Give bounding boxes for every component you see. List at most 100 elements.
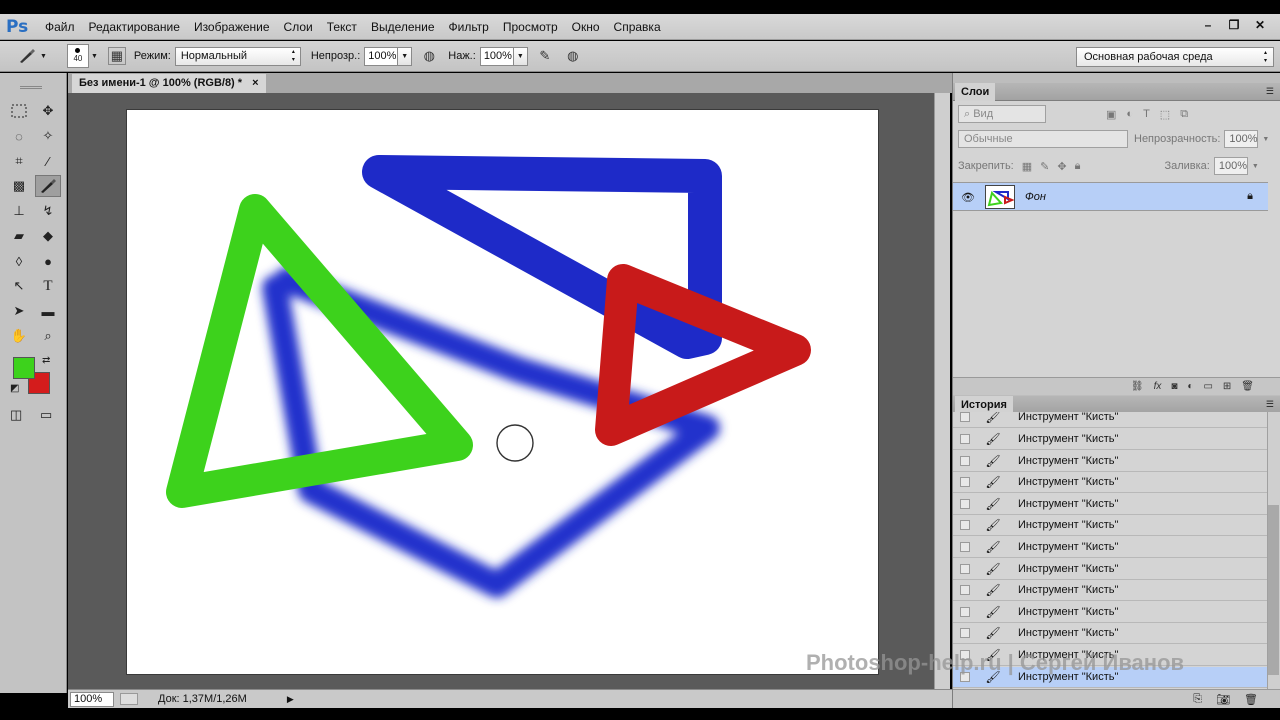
document-tab-close-icon[interactable]: × bbox=[252, 74, 258, 93]
layer-opacity-arrow-icon[interactable]: ▼ bbox=[1262, 136, 1269, 143]
history-snapshot-checkbox[interactable] bbox=[960, 607, 970, 617]
menu-help[interactable]: Справка bbox=[607, 14, 668, 40]
history-scrollbar-thumb[interactable] bbox=[1268, 505, 1279, 675]
brush-tool-icon[interactable] bbox=[35, 175, 61, 197]
brush-panel-toggle-icon[interactable]: ▦ bbox=[107, 47, 126, 65]
fill-arrow-icon[interactable]: ▼ bbox=[1252, 163, 1259, 170]
brush-picker-arrow-icon[interactable]: ▼ bbox=[91, 53, 98, 60]
lasso-tool-icon[interactable]: ◌ bbox=[6, 125, 32, 147]
history-item[interactable]: 🖌︎ Инструмент "Кисть" bbox=[953, 429, 1267, 450]
history-snapshot-checkbox[interactable] bbox=[960, 628, 970, 638]
blend-mode-select[interactable]: Обычные bbox=[958, 130, 1128, 148]
opacity-field[interactable]: 100% bbox=[364, 46, 399, 66]
layer-mask-icon[interactable]: ◙ bbox=[1171, 381, 1177, 392]
menu-filter[interactable]: Фильтр bbox=[442, 14, 496, 40]
brush-size-picker[interactable]: 40 bbox=[66, 44, 89, 68]
lock-position-icon[interactable]: ✥ bbox=[1057, 160, 1066, 173]
history-item[interactable]: 🖌︎ Инструмент "Кисть" bbox=[953, 515, 1267, 536]
healing-brush-tool-icon[interactable]: ▩ bbox=[6, 175, 32, 197]
history-item[interactable]: 🖌︎ Инструмент "Кисть" bbox=[953, 580, 1267, 601]
new-snapshot-icon[interactable]: 📷︎ bbox=[1216, 693, 1230, 706]
minimize-button[interactable]: – bbox=[1196, 16, 1220, 34]
screen-mode-icon[interactable]: ▭ bbox=[40, 407, 52, 423]
status-menu-arrow-icon[interactable]: ▶ bbox=[287, 694, 294, 705]
layer-style-icon[interactable]: fx bbox=[1154, 381, 1162, 392]
menu-select[interactable]: Выделение bbox=[364, 14, 442, 40]
move-tool-icon[interactable]: ✥ bbox=[35, 100, 61, 122]
history-item[interactable]: 🖌︎ Инструмент "Кисть" bbox=[953, 623, 1267, 644]
history-panel-menu-icon[interactable]: ☰ bbox=[1266, 399, 1274, 410]
new-document-from-state-icon[interactable]: ⎘ bbox=[1193, 693, 1202, 706]
history-snapshot-checkbox[interactable] bbox=[960, 585, 970, 595]
marquee-tool-icon[interactable] bbox=[6, 100, 32, 122]
history-item[interactable]: 🖌︎ Инструмент "Кисть" bbox=[953, 559, 1267, 580]
layer-opacity-field[interactable]: 100% bbox=[1224, 130, 1259, 148]
quick-mask-icon[interactable]: ◫ bbox=[10, 407, 22, 423]
opacity-dropdown[interactable]: ▼ bbox=[398, 46, 413, 66]
layer-filter-select[interactable]: ⌕ Вид bbox=[958, 105, 1046, 123]
delete-state-icon[interactable]: 🗑︎ bbox=[1244, 693, 1258, 706]
magic-wand-tool-icon[interactable]: ✧ bbox=[35, 125, 61, 147]
new-group-icon[interactable]: ▭ bbox=[1203, 381, 1212, 392]
blur-tool-icon[interactable]: ◊ bbox=[6, 250, 32, 272]
pressure-size-icon[interactable]: ◍ bbox=[562, 45, 584, 67]
preset-dropdown-icon[interactable]: ▼ bbox=[40, 53, 47, 60]
document-tab[interactable]: Без имени-1 @ 100% (RGB/8) * × bbox=[72, 74, 266, 93]
swap-colors-icon[interactable]: ⇄ bbox=[42, 355, 50, 366]
paint-bucket-tool-icon[interactable]: ◆ bbox=[35, 225, 61, 247]
zoom-tool-icon[interactable]: ⌕ bbox=[35, 325, 61, 347]
history-snapshot-checkbox[interactable] bbox=[960, 434, 970, 444]
history-item[interactable]: 🖌︎ Инструмент "Кисть" bbox=[953, 602, 1267, 623]
layers-tab[interactable]: Слои bbox=[955, 83, 996, 101]
shape-tool-icon[interactable]: ▬ bbox=[35, 300, 61, 322]
history-snapshot-checkbox[interactable] bbox=[960, 520, 970, 530]
menu-window[interactable]: Окно bbox=[565, 14, 607, 40]
history-item[interactable]: 🖌︎ Инструмент "Кисть" bbox=[953, 412, 1267, 428]
menu-view[interactable]: Просмотр bbox=[496, 14, 565, 40]
clone-stamp-tool-icon[interactable]: ⊥ bbox=[6, 200, 32, 222]
history-snapshot-checkbox[interactable] bbox=[960, 412, 970, 422]
delete-layer-icon[interactable]: 🗑︎ bbox=[1241, 381, 1254, 392]
menu-edit[interactable]: Редактирование bbox=[82, 14, 187, 40]
eyedropper-tool-icon[interactable]: ⁄ bbox=[35, 150, 61, 172]
hand-tool-icon[interactable]: ✋ bbox=[6, 325, 32, 347]
zoom-field[interactable]: 100% bbox=[70, 691, 114, 707]
pen-tool-icon[interactable]: ↖ bbox=[6, 275, 32, 297]
menu-image[interactable]: Изображение bbox=[187, 14, 277, 40]
filter-shape-icon[interactable]: ⬚ bbox=[1160, 108, 1170, 121]
fill-field[interactable]: 100% bbox=[1213, 157, 1248, 175]
eraser-tool-icon[interactable]: ▰ bbox=[6, 225, 32, 247]
workspace-select[interactable]: Основная рабочая среда bbox=[1076, 47, 1274, 67]
layer-row-background[interactable]: 👁︎ Фон 🔒︎ bbox=[953, 182, 1268, 211]
lock-transparency-icon[interactable]: ▦ bbox=[1022, 160, 1032, 173]
history-brush-tool-icon[interactable]: ↯ bbox=[35, 200, 61, 222]
pressure-opacity-icon[interactable]: ◍ bbox=[418, 45, 440, 67]
restore-button[interactable]: ❐ bbox=[1222, 16, 1246, 34]
brush-tool-preset-icon[interactable] bbox=[16, 45, 38, 67]
history-snapshot-checkbox[interactable] bbox=[960, 542, 970, 552]
dodge-tool-icon[interactable]: ● bbox=[35, 250, 61, 272]
layer-visibility-eye-icon[interactable]: 👁︎ bbox=[961, 191, 975, 204]
history-item[interactable]: 🖌︎ Инструмент "Кисть" bbox=[953, 451, 1267, 472]
history-item[interactable]: 🖌︎ Инструмент "Кисть" bbox=[953, 472, 1267, 493]
filter-type-icon[interactable]: T bbox=[1143, 108, 1150, 120]
default-colors-icon[interactable]: ◩ bbox=[10, 383, 19, 394]
new-layer-icon[interactable]: ⊞ bbox=[1223, 381, 1231, 392]
history-snapshot-checkbox[interactable] bbox=[960, 456, 970, 466]
lock-all-icon[interactable]: 🔒︎ bbox=[1075, 160, 1081, 173]
history-item[interactable]: 🖌︎ Инструмент "Кисть" bbox=[953, 494, 1267, 515]
link-layers-icon[interactable]: ⛓ bbox=[1131, 381, 1144, 392]
type-tool-icon[interactable]: T bbox=[35, 275, 61, 297]
menu-layers[interactable]: Слои bbox=[277, 14, 320, 40]
document-canvas[interactable] bbox=[127, 110, 878, 674]
history-snapshot-checkbox[interactable] bbox=[960, 477, 970, 487]
history-snapshot-checkbox[interactable] bbox=[960, 499, 970, 509]
menu-file[interactable]: Файл bbox=[38, 14, 82, 40]
pressure-field[interactable]: 100% bbox=[479, 46, 514, 66]
menu-type[interactable]: Текст bbox=[320, 14, 364, 40]
close-button[interactable]: ✕ bbox=[1248, 16, 1272, 34]
crop-tool-icon[interactable]: ⌗ bbox=[6, 150, 32, 172]
mode-select[interactable]: Нормальный bbox=[174, 46, 301, 66]
filter-image-icon[interactable]: ▣ bbox=[1106, 108, 1116, 121]
history-snapshot-checkbox[interactable] bbox=[960, 564, 970, 574]
